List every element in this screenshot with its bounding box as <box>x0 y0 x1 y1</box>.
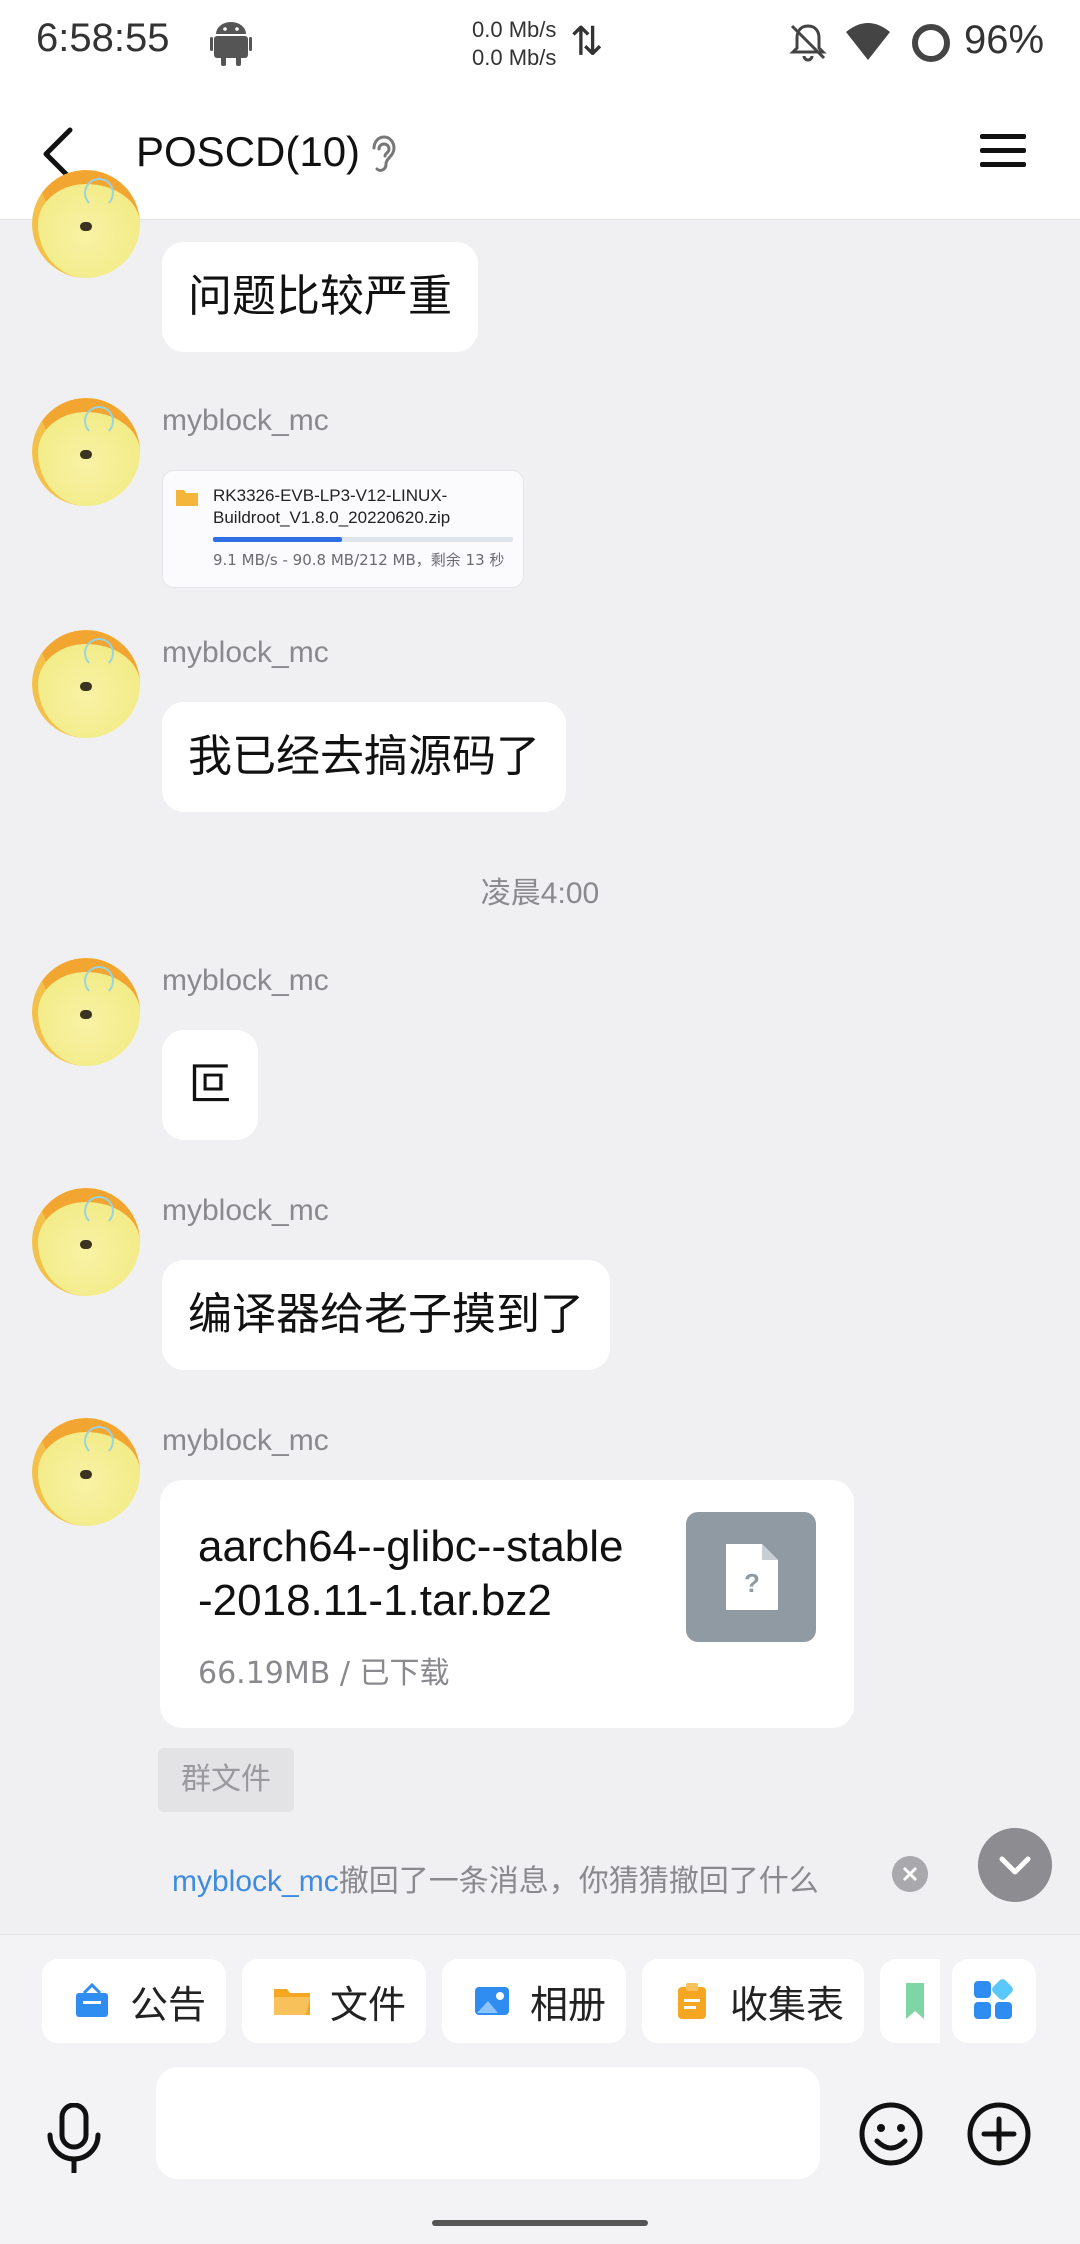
file-name: aarch64--glibc--stable -2018.11-1.tar.bz… <box>198 1520 638 1628</box>
net-down-speed: 0.0 Mb/s <box>472 45 557 70</box>
net-speed: 0.0 Mb/s 0.0 Mb/s <box>472 16 556 72</box>
bottom-panel: 公告 文件 相册 收集表 <box>0 1934 1080 2244</box>
ear-icon[interactable] <box>368 132 398 176</box>
file-name-line2: -2018.11-1.tar.bz2 <box>198 1576 552 1625</box>
wifi-icon <box>846 23 890 60</box>
collection-form-label: 收集表 <box>730 1982 845 2027</box>
collection-form-button[interactable]: 收集表 <box>642 1959 864 2043</box>
sender-name: myblock_mc <box>162 404 329 437</box>
sender-name: myblock_mc <box>162 1194 329 1227</box>
avatar[interactable] <box>32 1418 140 1526</box>
message-bubble[interactable]: 问题比较严重 <box>162 242 478 352</box>
emoji-icon[interactable] <box>858 2101 924 2167</box>
clipboard-icon <box>678 1983 706 2019</box>
close-icon[interactable] <box>892 1856 928 1892</box>
announcement-label: 公告 <box>130 1982 207 2027</box>
file-meta: 66.19MB / 已下载 <box>198 1656 450 1691</box>
message-bubble[interactable]: 编译器给老子摸到了 <box>162 1260 610 1370</box>
plus-icon[interactable] <box>966 2101 1032 2167</box>
album-label: 相册 <box>530 1982 607 2027</box>
recall-notice: myblock_mc撤回了一条消息，你猜猜撤回了什么 <box>172 1856 819 1900</box>
avatar[interactable] <box>32 398 140 506</box>
image-file-name: RK3326-EVB-LP3-V12-LINUX- Buildroot_V1.8… <box>213 485 450 529</box>
avatar[interactable] <box>32 1188 140 1296</box>
apps-grid-icon <box>974 1979 1013 2019</box>
image-file-name-line1: RK3326-EVB-LP3-V12-LINUX- <box>213 486 448 505</box>
message-timestamp: 凌晨4:00 <box>480 877 600 910</box>
files-label: 文件 <box>330 1982 407 2027</box>
group-file-tag[interactable]: 群文件 <box>158 1748 294 1812</box>
recall-user-link[interactable]: myblock_mc <box>172 1865 339 1898</box>
menu-icon[interactable] <box>978 128 1028 174</box>
chat-header: POSCD(10) <box>0 88 1080 220</box>
file-message-card[interactable]: aarch64--glibc--stable -2018.11-1.tar.bz… <box>160 1480 854 1728</box>
scroll-to-bottom-button[interactable] <box>978 1828 1052 1902</box>
bookmark-icon <box>906 1983 924 2019</box>
image-file-name-line2: Buildroot_V1.8.0_20220620.zip <box>213 508 451 527</box>
file-name-line1: aarch64--glibc--stable <box>198 1522 624 1571</box>
status-time: 6:58:55 <box>36 16 170 60</box>
status-bar: 6:58:55 0.0 Mb/s 0.0 Mb/s ⇅ 96% <box>0 0 1080 88</box>
download-progress-bar <box>213 537 513 542</box>
android-icon <box>210 22 252 66</box>
recall-text: 撤回了一条消息，你猜猜撤回了什么 <box>338 1864 819 1899</box>
announcement-icon <box>76 1982 108 2017</box>
files-button[interactable]: 文件 <box>242 1959 426 2043</box>
sender-name: myblock_mc <box>162 964 329 997</box>
notifications-muted-icon <box>789 24 827 62</box>
microphone-icon[interactable] <box>44 2103 104 2175</box>
message-input[interactable] <box>156 2067 820 2179</box>
download-progress-info: 9.1 MB/s - 90.8 MB/212 MB，剩余 13 秒 <box>213 551 505 569</box>
sender-name: myblock_mc <box>162 1424 329 1457</box>
battery-percent: 96% <box>964 18 1045 62</box>
folder-icon <box>274 1989 310 2015</box>
avatar[interactable] <box>32 630 140 738</box>
album-icon <box>475 1987 509 2015</box>
album-button[interactable]: 相册 <box>442 1959 626 2043</box>
message-bubble[interactable]: 叵 <box>162 1030 258 1140</box>
announcement-button[interactable]: 公告 <box>42 1959 226 2043</box>
more-apps-button[interactable] <box>952 1959 1036 2043</box>
chat-title[interactable]: POSCD(10) <box>136 128 360 176</box>
quick-action-partial[interactable] <box>880 1959 940 2043</box>
net-up-speed: 0.0 Mb/s <box>472 17 557 42</box>
home-indicator[interactable] <box>432 2220 648 2226</box>
avatar[interactable] <box>32 170 140 278</box>
message-bubble[interactable]: 我已经去搞源码了 <box>162 702 566 812</box>
folder-icon <box>176 490 198 506</box>
image-message[interactable]: RK3326-EVB-LP3-V12-LINUX- Buildroot_V1.8… <box>162 470 524 588</box>
file-thumbnail: ? <box>686 1512 816 1642</box>
avatar[interactable] <box>32 958 140 1066</box>
battery-icon <box>912 24 950 62</box>
unknown-file-icon: ? <box>726 1544 778 1610</box>
net-arrows-icon: ⇅ <box>570 19 604 65</box>
svg-text:?: ? <box>744 1568 760 1598</box>
sender-name: myblock_mc <box>162 636 329 669</box>
